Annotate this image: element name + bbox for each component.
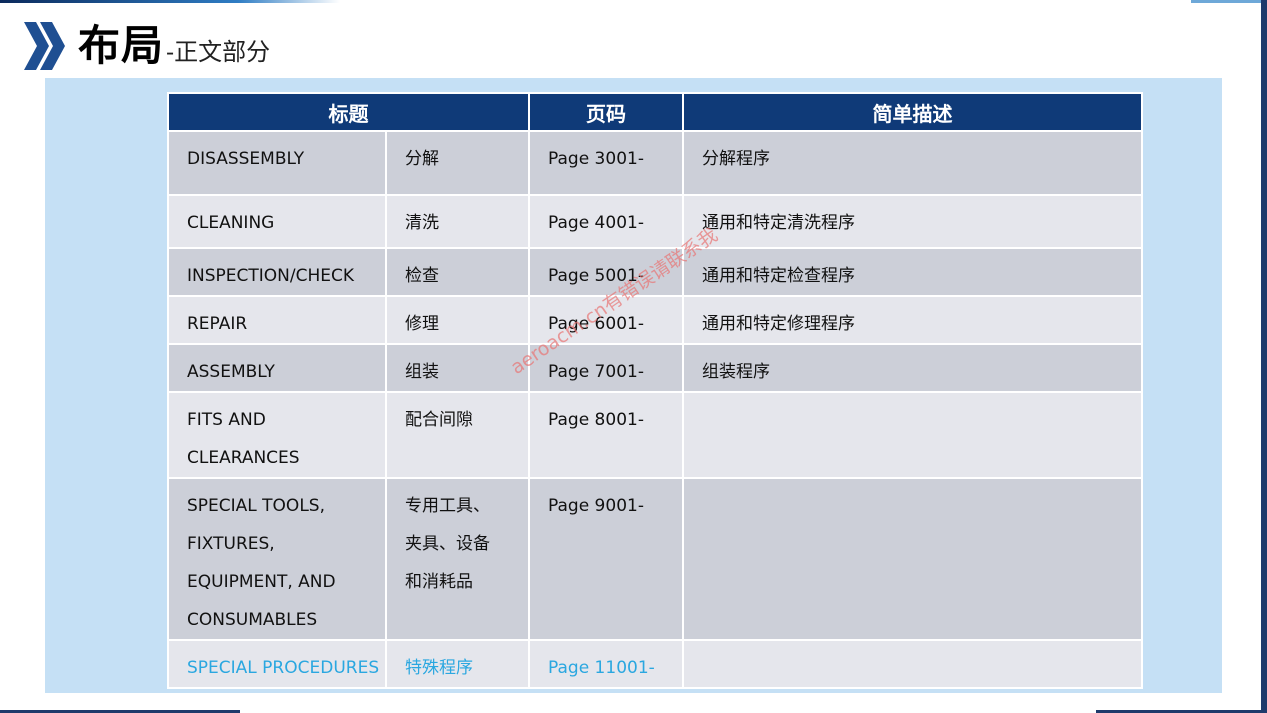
row-title-zh-link[interactable]: 特殊程序 (385, 639, 530, 689)
row-description (682, 639, 1143, 689)
table-row: DISASSEMBLY 分解 Page 3001- 分解程序 (167, 130, 1143, 196)
table-row: INSPECTION/CHECK 检查 Page 5001- 通用和特定检查程序 (167, 247, 1143, 297)
row-title-zh: 检查 (385, 247, 530, 297)
table-header-row: 标题 页码 简单描述 (167, 92, 1143, 132)
row-page: Page 4001- (528, 194, 684, 249)
row-page: Page 5001- (528, 247, 684, 297)
row-description: 分解程序 (682, 130, 1143, 196)
row-description: 通用和特定检查程序 (682, 247, 1143, 297)
header-title: 标题 (167, 92, 530, 132)
row-title-en: REPAIR (167, 295, 387, 345)
right-edge-bar (1261, 0, 1267, 713)
table-row: CLEANING 清洗 Page 4001- 通用和特定清洗程序 (167, 194, 1143, 249)
table-row: FITS AND CLEARANCES 配合间隙 Page 8001- (167, 391, 1143, 479)
row-description: 通用和特定清洗程序 (682, 194, 1143, 249)
top-left-accent-bar (0, 0, 340, 3)
row-page: Page 6001- (528, 295, 684, 345)
row-title-zh: 分解 (385, 130, 530, 196)
row-title-zh: 修理 (385, 295, 530, 345)
double-chevron-icon (24, 22, 65, 70)
row-title-en: INSPECTION/CHECK (167, 247, 387, 297)
slide-title: 布局 -正文部分 (22, 18, 270, 74)
section-table: 标题 页码 简单描述 DISASSEMBLY 分解 Page 3001- 分解程… (167, 92, 1143, 689)
row-title-zh: 清洗 (385, 194, 530, 249)
row-title-en: FITS AND CLEARANCES (187, 410, 300, 468)
row-description: 组装程序 (682, 343, 1143, 393)
row-description: 通用和特定修理程序 (682, 295, 1143, 345)
table-row-link[interactable]: SPECIAL PROCEDURES 特殊程序 Page 11001- (167, 639, 1143, 689)
table-row: SPECIAL TOOLS, FIXTURES, EQUIPMENT, AND … (167, 477, 1143, 641)
row-description (682, 391, 1143, 479)
title-subtitle: -正文部分 (166, 38, 271, 66)
row-title-zh: 专用工具、 夹具、设备 和消耗品 (405, 496, 490, 592)
row-title-en: SPECIAL TOOLS, FIXTURES, EQUIPMENT, AND … (187, 496, 336, 630)
header-description: 简单描述 (682, 92, 1143, 132)
table-row: ASSEMBLY 组装 Page 7001- 组装程序 (167, 343, 1143, 393)
row-title-en: ASSEMBLY (167, 343, 387, 393)
row-title-en-link[interactable]: SPECIAL PROCEDURES (167, 639, 387, 689)
top-right-accent-bar (1191, 0, 1261, 3)
header-page: 页码 (528, 92, 684, 132)
row-title-zh: 配合间隙 (385, 391, 530, 479)
row-page: Page 3001- (528, 130, 684, 196)
row-page: Page 9001- (528, 477, 684, 641)
row-title-en: CLEANING (167, 194, 387, 249)
table-row: REPAIR 修理 Page 6001- 通用和特定修理程序 (167, 295, 1143, 345)
row-page: Page 8001- (528, 391, 684, 479)
row-page: Page 7001- (528, 343, 684, 393)
row-description (682, 477, 1143, 641)
row-title-zh: 组装 (385, 343, 530, 393)
row-title-en: DISASSEMBLY (167, 130, 387, 196)
row-page-link[interactable]: Page 11001- (528, 639, 684, 689)
title-main: 布局 (78, 21, 165, 70)
